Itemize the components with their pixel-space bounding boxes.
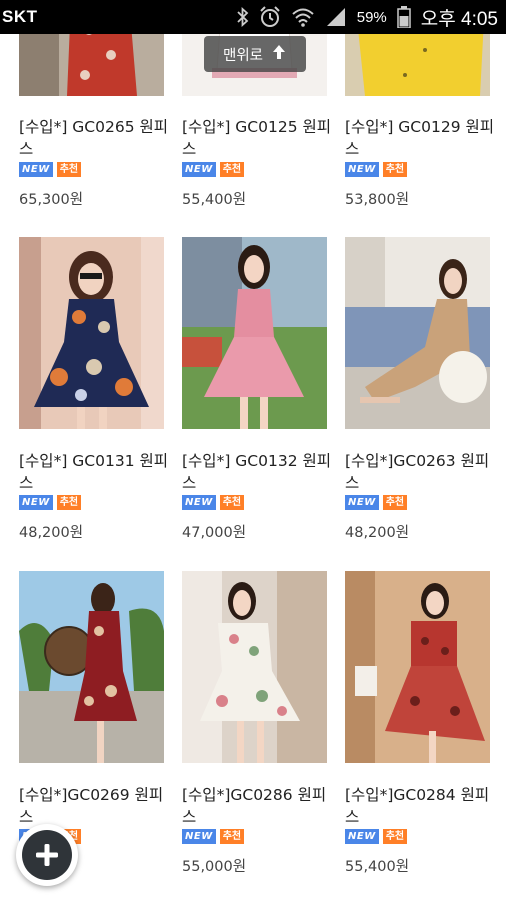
product-title[interactable]: [수입*]GC0284 원피스 [345,784,495,828]
product-price: 65,300원 [19,192,84,208]
product-image[interactable] [182,237,327,429]
product-badges: NEW 추천 [182,162,245,177]
product-title[interactable]: [수입*] GC0131 원피스 [19,450,169,494]
product-price: 53,800원 [345,192,410,208]
product-badges: NEW 추천 [19,162,82,177]
product-price: 48,200원 [19,525,84,541]
recommend-badge: 추천 [382,829,408,844]
product-price: 47,000원 [182,525,247,541]
product-image[interactable] [345,571,490,763]
product-price: 55,400원 [345,859,410,875]
recommend-badge: 추천 [219,829,245,844]
scroll-to-top-label: 맨위로 [222,47,264,64]
product-price: 55,000원 [182,859,247,875]
recommend-badge: 추천 [219,495,245,510]
arrow-up-icon [271,44,287,64]
recommend-badge: 추천 [382,162,408,177]
product-image[interactable] [182,571,327,763]
alarm-icon [259,6,281,28]
bluetooth-icon [237,7,249,27]
product-badges: NEW 추천 [19,495,82,510]
product-title[interactable]: [수입*]GC0286 원피스 [182,784,332,828]
wifi-icon [291,7,315,27]
recommend-badge: 추천 [219,162,245,177]
battery-icon [397,6,411,28]
recommend-badge: 추천 [382,495,408,510]
product-badges: NEW 추천 [182,495,245,510]
product-title[interactable]: [수입*]GC0269 원피스 [19,784,169,828]
new-badge: NEW [19,495,53,510]
product-price: 55,400원 [182,192,247,208]
carrier-label: SKT [2,7,38,26]
product-title[interactable]: [수입*] GC0125 원피스 [182,116,332,160]
product-title[interactable]: [수입*] GC0132 원피스 [182,450,332,494]
battery-percent: 59% [356,8,387,26]
signal-icon [325,7,347,27]
new-badge: NEW [182,162,216,177]
recommend-badge: 추천 [56,162,82,177]
product-badges: NEW 추천 [182,829,245,844]
new-badge: NEW [345,829,379,844]
product-image[interactable] [345,237,490,429]
add-button[interactable] [16,824,78,886]
new-badge: NEW [19,162,53,177]
product-price: 48,200원 [345,525,410,541]
product-grid: [수입*] GC0265 원피스 NEW 추천 65,300원 [수입*] GC… [0,0,506,900]
product-badges: NEW 추천 [345,162,408,177]
recommend-badge: 추천 [56,495,82,510]
product-title[interactable]: [수입*]GC0263 원피스 [345,450,495,494]
scroll-to-top-button[interactable]: 맨위로 [204,36,306,72]
product-image[interactable] [19,237,164,429]
product-title[interactable]: [수입*] GC0129 원피스 [345,116,495,160]
clock: 오후 4:05 [420,8,498,30]
product-badges: NEW 추천 [345,829,408,844]
product-badges: NEW 추천 [345,495,408,510]
status-bar: SKT 59% 오후 4:05 [0,0,506,34]
product-title[interactable]: [수입*] GC0265 원피스 [19,116,169,160]
new-badge: NEW [182,829,216,844]
product-image[interactable] [19,571,164,763]
plus-icon [22,830,72,880]
new-badge: NEW [345,495,379,510]
new-badge: NEW [345,162,379,177]
status-icons: 59% 오후 4:05 [237,4,498,31]
new-badge: NEW [182,495,216,510]
